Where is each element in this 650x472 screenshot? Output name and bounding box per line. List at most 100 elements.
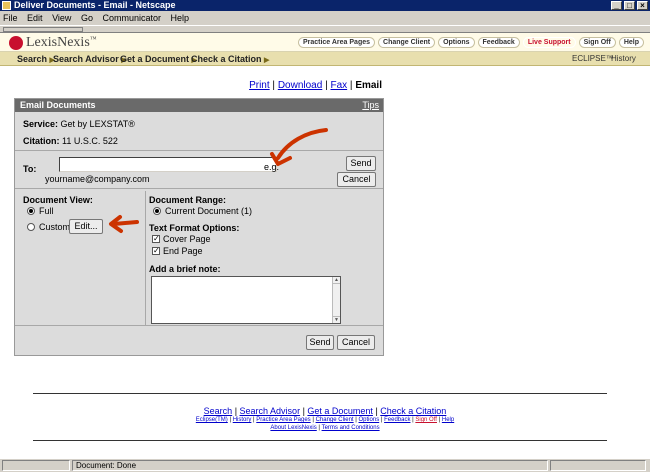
current-document-radio[interactable] (153, 207, 161, 215)
divider (15, 188, 383, 189)
end-page-label: End Page (163, 246, 203, 256)
close-button[interactable]: × (637, 1, 648, 10)
service-row: Service: Get by LEXSTAT® (23, 119, 135, 129)
options-link[interactable]: Options (438, 37, 475, 48)
footer-rule (33, 393, 607, 394)
cancel-button-bottom[interactable]: Cancel (337, 335, 375, 350)
footer-eclipse-link[interactable]: Eclipse(TM) (196, 417, 228, 423)
nav-eclipse[interactable]: ECLIPSE™ (572, 52, 614, 66)
status-bar: Document: Done (0, 458, 650, 472)
custom-view-radio[interactable] (27, 223, 35, 231)
footer-options-link[interactable]: Options (359, 417, 380, 423)
practice-area-pages-link[interactable]: Practice Area Pages (297, 37, 376, 48)
component-bar[interactable] (550, 460, 646, 471)
status-text: Document: Done (76, 461, 137, 470)
footer-rule (33, 440, 607, 441)
full-view-radio[interactable] (27, 207, 35, 215)
window-controls: _ □ × (611, 1, 648, 10)
live-support-link[interactable]: Live Support (522, 37, 576, 48)
menu-bar: File Edit View Go Communicator Help (0, 11, 650, 25)
note-label: Add a brief note: (149, 264, 221, 274)
footer-change-client-link[interactable]: Change Client (316, 417, 354, 423)
help-link[interactable]: Help (618, 37, 644, 48)
footer-search-advisor-link[interactable]: Search Advisor (240, 406, 301, 416)
menu-help[interactable]: Help (171, 13, 190, 23)
lexisnexis-logo-icon (9, 36, 23, 50)
change-client-link[interactable]: Change Client (378, 37, 436, 48)
document-view-section: Document View: Full Custom Edit... (15, 191, 146, 325)
minimize-button[interactable]: _ (611, 1, 622, 10)
email-example: yourname@company.com (45, 174, 150, 184)
edit-button[interactable]: Edit... (69, 219, 103, 234)
cover-page-checkbox[interactable]: ✓ (152, 235, 160, 243)
toolbar-grip[interactable] (3, 27, 83, 32)
netscape-app-icon (2, 1, 11, 10)
maximize-button[interactable]: □ (624, 1, 635, 10)
cover-page-label: Cover Page (163, 234, 211, 244)
download-link[interactable]: Download (278, 80, 322, 91)
menu-communicator[interactable]: Communicator (102, 13, 161, 23)
sign-off-link[interactable]: Sign Off (578, 37, 616, 48)
fax-link[interactable]: Fax (330, 80, 347, 91)
email-current: Email (355, 80, 382, 91)
scroll-down-icon[interactable]: ▼ (333, 316, 340, 323)
service-value: Get by LEXSTAT® (60, 119, 135, 129)
footer-help-link[interactable]: Help (442, 417, 454, 423)
annotation-arrow-to (270, 128, 328, 166)
send-button-bottom[interactable]: Send (306, 335, 334, 350)
panel-title: Email Documents (20, 100, 96, 110)
panel-header: Email Documents Tips (15, 99, 383, 112)
footer-secondary-links: Eclipse(TM) | History | Practice Area Pa… (195, 417, 455, 423)
collapsed-toolbar[interactable] (0, 25, 650, 33)
footer-about-link[interactable]: About LexisNexis (270, 425, 316, 431)
main-nav: Search ▶ Search Advisor ▶ Get a Document… (0, 52, 650, 66)
document-view-label: Document View: (23, 195, 93, 205)
delivery-options: Print | Download | Fax | Email (249, 80, 382, 91)
note-textarea[interactable]: ▲ ▼ (151, 276, 341, 324)
site-header: LexisNexis™ Practice Area Pages Change C… (0, 33, 650, 52)
footer-main-links: Search | Search Advisor | Get a Document… (203, 406, 447, 416)
menu-view[interactable]: View (52, 13, 71, 23)
footer-history-link[interactable]: History (233, 417, 252, 423)
custom-view-label: Custom (39, 222, 71, 232)
feedback-link[interactable]: Feedback (477, 37, 520, 48)
footer-check-a-citation-link[interactable]: Check a Citation (380, 406, 446, 416)
footer-sign-off-link[interactable]: Sign Off (415, 417, 437, 423)
tips-link[interactable]: Tips (362, 99, 379, 112)
status-text-cell (72, 460, 548, 471)
footer-get-a-document-link[interactable]: Get a Document (307, 406, 373, 416)
footer-terms-link[interactable]: Terms and Conditions (322, 425, 380, 431)
nav-search-advisor[interactable]: Search Advisor ▶ (53, 52, 127, 68)
menu-go[interactable]: Go (81, 13, 93, 23)
window-title: Deliver Documents - Email - Netscape (14, 0, 176, 10)
cancel-button-top[interactable]: Cancel (337, 172, 376, 187)
document-range-label: Document Range: (149, 195, 227, 205)
end-page-checkbox[interactable]: ✓ (152, 247, 160, 255)
brand-logo: LexisNexis™ (26, 35, 97, 50)
scroll-up-icon[interactable]: ▲ (333, 277, 340, 284)
to-label: To: (23, 164, 37, 174)
footer-practice-area-link[interactable]: Practice Area Pages (256, 417, 310, 423)
nav-history[interactable]: History (611, 52, 636, 66)
divider (15, 325, 383, 326)
email-to-input[interactable] (59, 157, 277, 172)
nav-search[interactable]: Search ▶ (17, 52, 55, 68)
footer-search-link[interactable]: Search (204, 406, 233, 416)
current-document-label: Current Document (1) (165, 206, 253, 216)
footer-tertiary-links: About LexisNexis | Terms and Conditions (270, 425, 380, 431)
menu-edit[interactable]: Edit (27, 13, 43, 23)
nav-get-a-document[interactable]: Get a Document ▶ (120, 52, 197, 68)
print-link[interactable]: Print (249, 80, 270, 91)
note-scrollbar[interactable]: ▲ ▼ (332, 277, 340, 323)
footer-feedback-link[interactable]: Feedback (384, 417, 410, 423)
text-format-label: Text Format Options: (149, 223, 240, 233)
nav-arrow-icon: ▶ (264, 57, 270, 64)
nav-check-a-citation[interactable]: Check a Citation ▶ (191, 52, 269, 68)
annotation-arrow-edit (109, 215, 139, 233)
top-links: Practice Area Pages Change Client Option… (297, 37, 644, 48)
full-view-label: Full (39, 206, 54, 216)
send-button-top[interactable]: Send (346, 156, 376, 171)
security-indicator[interactable] (2, 460, 70, 471)
window-titlebar: Deliver Documents - Email - Netscape _ □… (0, 0, 650, 11)
menu-file[interactable]: File (3, 13, 18, 23)
